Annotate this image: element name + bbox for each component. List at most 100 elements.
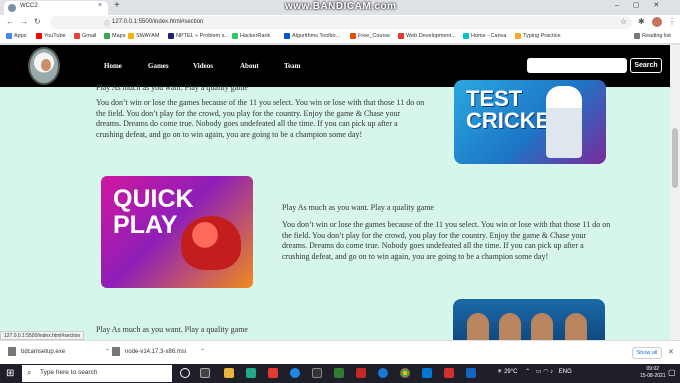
coursera-icon bbox=[284, 33, 290, 39]
quick-play-image[interactable]: QUICK PLAY bbox=[101, 176, 253, 288]
recorder-watermark: www.BANDICAM.com bbox=[285, 1, 397, 12]
windows-taskbar: ⊞ ⌕ Type here to search ☀ 29°C ⌃ ▭ ◠ ♪ E… bbox=[0, 364, 680, 383]
task-view-icon[interactable] bbox=[200, 368, 210, 378]
bookmark-label: Home - Canva bbox=[471, 33, 507, 39]
bookmark-item[interactable]: SWAYAM bbox=[128, 33, 159, 39]
app-icon[interactable] bbox=[466, 368, 476, 378]
nav-team[interactable]: Team bbox=[284, 62, 300, 70]
site-info-icon[interactable]: ⓘ bbox=[104, 19, 110, 28]
chrome-icon[interactable] bbox=[400, 368, 410, 378]
cortana-icon[interactable] bbox=[180, 368, 190, 378]
app-icon[interactable] bbox=[378, 368, 388, 378]
bookmark-item[interactable]: NPTEL » Problem s... bbox=[168, 33, 229, 39]
url-text: 127.0.0.1:5500/index.html#section bbox=[112, 19, 204, 25]
section-2-heading: Play As much as you want. Play a quality… bbox=[282, 203, 434, 212]
bookmark-item[interactable]: Web Development... bbox=[398, 33, 456, 39]
tab-close-icon[interactable]: × bbox=[98, 2, 102, 9]
menu-kebab-icon[interactable]: ⋮ bbox=[668, 17, 676, 26]
swayam-icon bbox=[128, 33, 134, 39]
taskbar-clock[interactable]: 09:02 15-08-2021 bbox=[640, 366, 666, 380]
app-icon[interactable] bbox=[268, 368, 278, 378]
bookmark-label: Web Development... bbox=[406, 33, 456, 39]
bookmark-star-icon[interactable]: ☆ bbox=[620, 17, 627, 26]
app-icon[interactable] bbox=[312, 368, 322, 378]
show-all-button[interactable]: Show all bbox=[632, 347, 662, 359]
app-icon[interactable] bbox=[334, 368, 344, 378]
download-item[interactable]: bdcamsetup.exe ⌃ bbox=[8, 347, 110, 356]
notifications-icon[interactable]: ▢ bbox=[668, 368, 676, 377]
bookmarks-bar: Apps YouTube Gmail Maps SWAYAM NPTEL » Proble… bbox=[0, 31, 680, 44]
scrollbar-thumb[interactable] bbox=[672, 128, 678, 188]
app-icon[interactable] bbox=[356, 368, 366, 378]
profile-avatar[interactable] bbox=[652, 17, 662, 27]
section-2-body: You don’t win or lose the games because … bbox=[282, 220, 611, 261]
bookmark-item[interactable]: Algorithms Toolbo... bbox=[284, 33, 340, 39]
language-indicator[interactable]: ENG bbox=[559, 369, 572, 375]
player-face-icon bbox=[467, 313, 489, 340]
bookmark-item[interactable]: HackerRank bbox=[232, 33, 270, 39]
bookmark-label: Typing Practice bbox=[523, 33, 561, 39]
page-scrollbar[interactable] bbox=[670, 45, 680, 340]
close-icon[interactable]: ✕ bbox=[668, 348, 674, 356]
download-item[interactable]: node-v14.17.3-x86.msi ⌃ bbox=[112, 347, 205, 356]
battery-icon: ▭ bbox=[535, 369, 542, 375]
file-icon bbox=[8, 347, 16, 356]
reading-list-button[interactable]: Reading list bbox=[634, 33, 671, 39]
bookmark-label: Apps bbox=[14, 33, 27, 39]
bookmark-item[interactable]: Free_Course bbox=[350, 33, 390, 39]
reload-icon[interactable]: ↻ bbox=[34, 17, 41, 26]
cricket-helmet-icon bbox=[181, 216, 241, 270]
back-arrow-icon[interactable]: ← bbox=[6, 17, 14, 26]
chevron-up-icon[interactable]: ⌃ bbox=[105, 348, 110, 355]
site-logo[interactable] bbox=[28, 47, 60, 85]
window-controls[interactable]: – ▢ ✕ bbox=[615, 1, 659, 9]
bookmark-item[interactable]: YouTube bbox=[36, 33, 66, 39]
file-explorer-icon[interactable] bbox=[224, 368, 234, 378]
clock-date: 15-08-2021 bbox=[640, 373, 666, 379]
extensions-puzzle-icon[interactable]: ✱ bbox=[638, 17, 645, 26]
test-cricket-image-label: TEST CRICKET bbox=[466, 86, 564, 133]
bookmark-label: YouTube bbox=[44, 33, 66, 39]
reading-list-icon bbox=[634, 33, 640, 39]
bookmark-label: SWAYAM bbox=[136, 33, 160, 39]
windows-start-icon[interactable]: ⊞ bbox=[6, 368, 14, 379]
course-icon bbox=[350, 33, 356, 39]
bookmark-item[interactable]: Home - Canva bbox=[463, 33, 506, 39]
weather-icon: ☀ bbox=[497, 369, 503, 375]
tab-title: WCC2 bbox=[20, 3, 38, 9]
reading-list-label: Reading list bbox=[642, 33, 671, 39]
browser-tab-strip: WCC2 × + www.BANDICAM.com – ▢ ✕ bbox=[0, 0, 680, 15]
tab-wcc2[interactable]: WCC2 × bbox=[4, 1, 108, 15]
bookmark-item[interactable]: Apps bbox=[6, 33, 27, 39]
youtube-icon bbox=[36, 33, 42, 39]
tray-chevron-icon[interactable]: ⌃ bbox=[525, 369, 530, 375]
forward-arrow-icon[interactable]: → bbox=[20, 17, 28, 26]
app-icon[interactable] bbox=[246, 368, 256, 378]
nav-videos[interactable]: Videos bbox=[193, 62, 213, 70]
edge-icon[interactable] bbox=[290, 368, 300, 378]
chevron-up-icon[interactable]: ⌃ bbox=[200, 348, 205, 355]
address-bar[interactable]: ⓘ 127.0.0.1:5500/index.html#section bbox=[50, 16, 632, 29]
vscode-icon[interactable] bbox=[422, 368, 432, 378]
bookmark-item[interactable]: Gmail bbox=[74, 33, 96, 39]
canva-icon bbox=[463, 33, 469, 39]
nav-games[interactable]: Games bbox=[148, 62, 169, 70]
taskbar-search-box[interactable]: ⌕ Type here to search bbox=[22, 365, 172, 382]
clock-time: 09:02 bbox=[646, 366, 660, 372]
logo-face-icon bbox=[41, 59, 51, 71]
bookmark-label: Maps bbox=[112, 33, 126, 39]
nav-about[interactable]: About bbox=[240, 62, 259, 70]
new-tab-button[interactable]: + bbox=[114, 0, 120, 11]
bookmark-item[interactable]: Typing Practice bbox=[515, 33, 561, 39]
team-players-image[interactable] bbox=[453, 299, 605, 340]
search-icon: ⌕ bbox=[27, 368, 32, 377]
web-page: Home Games Videos About Team Search Play… bbox=[0, 45, 670, 340]
search-button[interactable]: Search bbox=[630, 58, 662, 73]
search-input[interactable] bbox=[527, 58, 627, 73]
system-tray[interactable]: ☀ 29°C ⌃ ▭ ◠ ♪ ENG bbox=[497, 368, 572, 375]
test-cricket-image[interactable]: TEST CRICKET bbox=[454, 80, 606, 164]
nav-home[interactable]: Home bbox=[104, 62, 122, 70]
bookmark-item[interactable]: Maps bbox=[104, 33, 125, 39]
typing-icon bbox=[515, 33, 521, 39]
app-icon[interactable] bbox=[444, 368, 454, 378]
